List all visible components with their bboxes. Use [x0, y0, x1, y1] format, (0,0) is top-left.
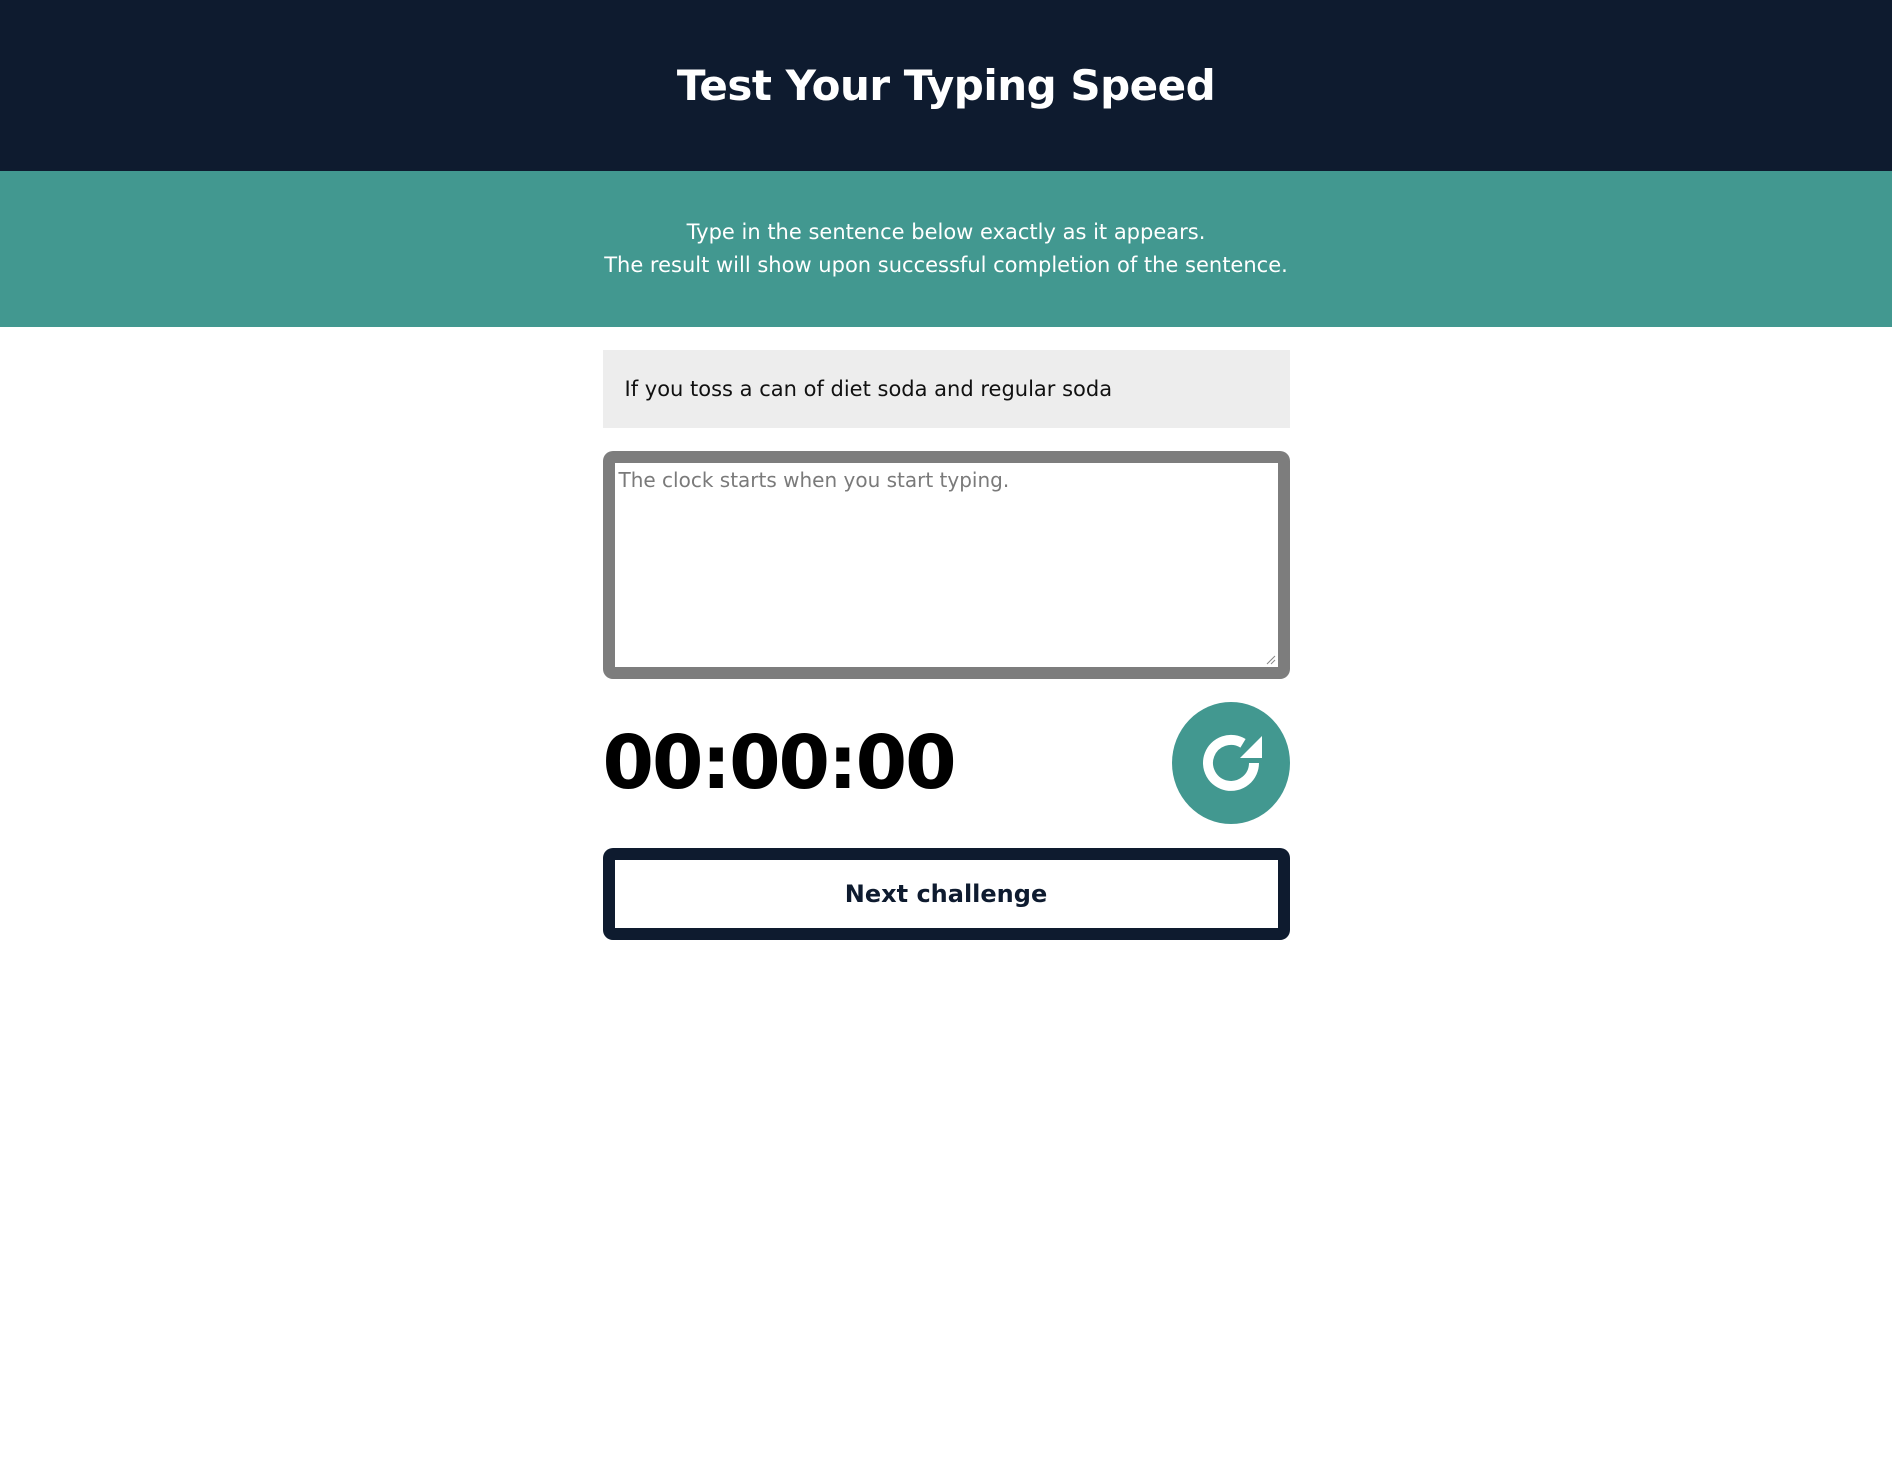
instructions-banner: Type in the sentence below exactly as it… — [0, 171, 1892, 327]
next-challenge-button[interactable]: Next challenge — [602, 848, 1290, 940]
resize-handle-icon[interactable] — [1266, 655, 1276, 665]
instructions-line-1: Type in the sentence below exactly as it… — [686, 220, 1206, 244]
reset-button[interactable] — [1171, 702, 1290, 824]
challenge-sentence-box: If you toss a can of diet soda and regul… — [602, 350, 1290, 428]
timer-display: 00:00:00 — [602, 720, 957, 806]
typing-test-panel: If you toss a can of diet soda and regul… — [602, 327, 1290, 940]
typing-input-wrapper — [602, 451, 1290, 679]
refresh-icon — [1202, 734, 1262, 791]
timer-row: 00:00:00 — [603, 702, 1290, 824]
page-header: Test Your Typing Speed — [0, 0, 1892, 171]
page-title: Test Your Typing Speed — [676, 61, 1216, 110]
challenge-sentence: If you toss a can of diet soda and regul… — [624, 377, 1113, 401]
instructions-line-2: The result will show upon successful com… — [604, 253, 1288, 277]
typing-input[interactable] — [614, 463, 1278, 667]
